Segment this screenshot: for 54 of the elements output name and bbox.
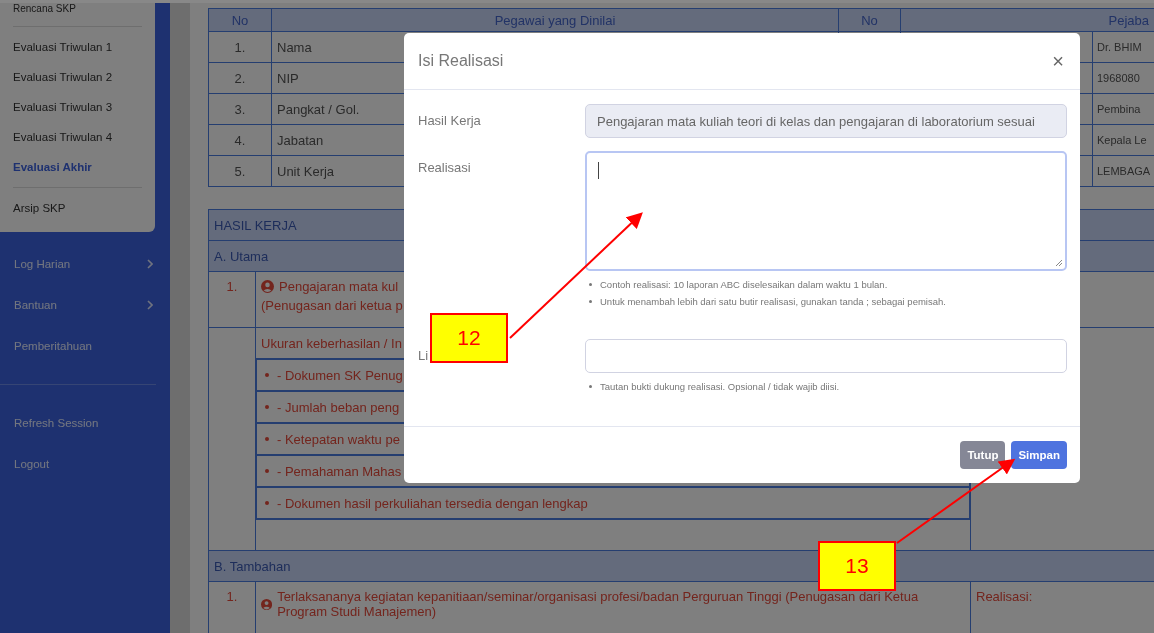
chevron-right-icon xyxy=(147,300,153,310)
table-cell: 1. xyxy=(208,581,256,633)
indicator-text: - Jumlah beban peng xyxy=(277,399,400,415)
help-text: Tautan bukti dukung realisasi. Opsional / tidak wajib diisi. xyxy=(600,381,840,392)
indicator-text: - Ketepatan waktu pe xyxy=(277,431,400,447)
indicator-text: - Pemahaman Mahas xyxy=(277,463,402,479)
submenu-item[interactable]: Rencana SKP xyxy=(0,3,155,22)
nav-item[interactable]: Refresh Session xyxy=(14,417,170,429)
readonly-field[interactable]: Pengajaran mata kuliah teori di kelas dan pengajaran di laboratorium sesuai xyxy=(585,104,1067,138)
column-header: No xyxy=(838,8,901,32)
callout-label: 13 xyxy=(818,541,896,591)
work-item-text: Terlaksananya kegiatan kepanitiaan/seminar/organisasi profesi/badan Perguruan Tinggi (Penugasan dari Ketua Program Studi Manajemen) xyxy=(277,589,920,619)
table-cell: 3. xyxy=(208,93,272,125)
indicator-text: - Dokumen SK Penug xyxy=(277,367,403,383)
input-field[interactable] xyxy=(585,339,1067,373)
work-item-text: Pengajaran mata kul xyxy=(279,279,399,294)
bullet-icon xyxy=(265,405,269,409)
submenu-item[interactable]: Evaluasi Triwulan 3 xyxy=(0,93,155,123)
nav-item[interactable]: Pemberitahuan xyxy=(14,340,170,352)
user-circle-icon xyxy=(261,280,274,293)
table-cell: 5. xyxy=(208,155,272,187)
text-area[interactable] xyxy=(585,151,1067,271)
indicator-text: - Dokumen hasil perkuliahan tersedia dengan lengkap xyxy=(277,495,588,511)
submenu-item[interactable]: Arsip SKP xyxy=(0,194,155,224)
bullet-icon xyxy=(265,437,269,441)
help-text: Untuk menambah lebih dari satu butir realisasi, gunakan tanda ; sebagai pemisah. xyxy=(600,296,946,307)
callout-label: 12 xyxy=(430,313,508,363)
table-cell: 1. xyxy=(208,31,272,63)
table-cell: 4. xyxy=(208,124,272,156)
close-dialog-button[interactable]: Tutup xyxy=(960,441,1006,469)
help-text: Contoh realisasi: 10 laporan ABC diselesaikan dalam waktu 1 bulan. xyxy=(600,279,888,290)
chevron-right-icon xyxy=(147,259,153,269)
bullet-icon xyxy=(265,469,269,473)
submenu-item[interactable]: Evaluasi Triwulan 2 xyxy=(0,63,155,93)
column-header: Pegawai yang Dinilai xyxy=(271,8,839,32)
work-item-text: (Penugasan dari ketua p xyxy=(261,298,403,313)
user-circle-icon xyxy=(261,597,273,611)
nav-item[interactable]: Bantuan xyxy=(14,299,170,311)
table-cell: 2. xyxy=(208,62,272,94)
column-header: No xyxy=(208,8,272,32)
close-button[interactable]: × xyxy=(1048,49,1068,73)
submenu-item[interactable]: Evaluasi Triwulan 1 xyxy=(0,33,155,63)
nav-item[interactable]: Log Harian xyxy=(14,258,170,270)
realisasi-label: Realisasi: xyxy=(976,589,1033,604)
nav-item[interactable]: Logout xyxy=(14,458,170,470)
bullet-icon xyxy=(265,501,269,505)
field-label: Realisasi xyxy=(418,159,472,177)
column-header: Pejaba xyxy=(900,8,1154,32)
save-button[interactable]: Simpan xyxy=(1011,441,1067,469)
submenu-item[interactable]: Evaluasi Akhir xyxy=(0,153,155,183)
bullet-icon xyxy=(265,373,269,377)
submenu-item[interactable]: Evaluasi Triwulan 4 xyxy=(0,123,155,153)
table-cell: 1. xyxy=(208,271,256,328)
resize-handle-icon[interactable] xyxy=(1055,259,1063,267)
